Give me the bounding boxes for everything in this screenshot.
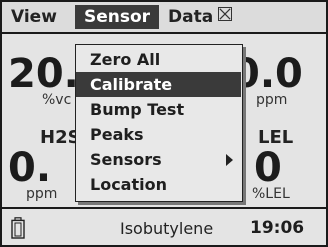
sensor-dropdown-menu: Zero All Calibrate Bump Test Peaks Senso…	[75, 44, 243, 202]
clock: 19:06	[250, 218, 305, 238]
menu-item-bump-test[interactable]: Bump Test	[76, 97, 241, 122]
menu-item-zero-all[interactable]: Zero All	[76, 47, 241, 72]
menu-item-calibrate[interactable]: Calibrate	[76, 72, 241, 97]
menu-sensor[interactable]: Sensor	[75, 5, 159, 29]
status-bar: Isobutylene 19:06	[2, 207, 326, 245]
menu-view[interactable]: View	[11, 5, 57, 29]
menu-data[interactable]: Data	[168, 5, 213, 29]
oxygen-unit: %vc	[42, 92, 72, 108]
voc-unit: ppm	[256, 92, 288, 108]
menu-item-peaks[interactable]: Peaks	[76, 122, 241, 147]
gas-name: Isobutylene	[120, 219, 214, 238]
h2s-reading: 0.	[8, 145, 52, 191]
menu-bar: View Sensor Data	[2, 2, 326, 34]
menu-item-sensors-label: Sensors	[90, 150, 162, 169]
menu-item-location[interactable]: Location	[76, 172, 241, 197]
submenu-arrow-icon	[226, 154, 233, 166]
close-box-icon[interactable]	[218, 7, 232, 21]
menu-item-sensors[interactable]: Sensors	[76, 147, 241, 172]
lel-reading: 0	[254, 145, 282, 191]
oxygen-reading: 20.	[8, 51, 79, 97]
lel-unit: %LEL	[252, 186, 290, 202]
detector-screen: View Sensor Data 20. %vc 0.0 ppm H2S 0. …	[0, 0, 328, 247]
h2s-unit: ppm	[26, 186, 58, 202]
battery-icon	[11, 217, 25, 239]
